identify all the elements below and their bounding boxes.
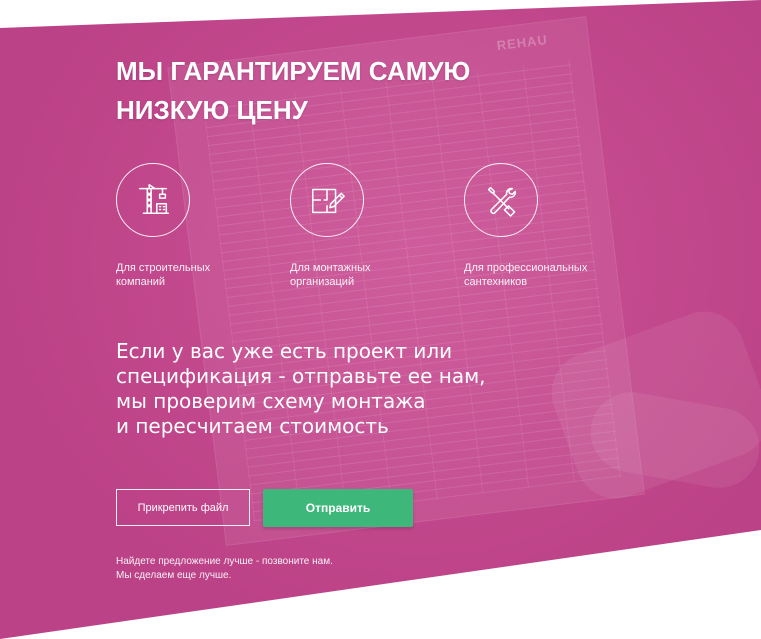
title-line-1: МЫ ГАРАНТИРУЕМ САМУЮ bbox=[116, 56, 471, 86]
floor-plan-pencil-icon bbox=[290, 163, 364, 237]
feature-professional-plumbers: Для профессиональных сантехников bbox=[464, 163, 634, 289]
footnote: Найдете предложение лучше - позвоните на… bbox=[116, 555, 416, 583]
footnote-line-2: Мы сделаем еще лучше. bbox=[116, 570, 232, 581]
send-button[interactable]: Отправить bbox=[263, 489, 413, 527]
feature-installation-organizations: Для монтажных организаций bbox=[290, 163, 460, 289]
feature-label: Для монтажных организаций bbox=[290, 262, 371, 288]
feature-label: Для профессиональных сантехников bbox=[464, 262, 588, 288]
wrench-screwdriver-icon bbox=[464, 163, 538, 237]
send-label: Отправить bbox=[305, 501, 371, 515]
crane-building-icon bbox=[116, 163, 190, 237]
page-title: МЫ ГАРАНТИРУЕМ САМУЮ НИЗКУЮ ЦЕНУ bbox=[116, 52, 536, 130]
title-line-2: НИЗКУЮ ЦЕНУ bbox=[116, 95, 308, 125]
rehau-watermark-logo: REHAU bbox=[495, 31, 549, 54]
footnote-line-1: Найдете предложение лучше - позвоните на… bbox=[116, 556, 333, 567]
feature-label: Для строительных компаний bbox=[116, 262, 211, 288]
lead-text: Если у вас уже есть проект или специфика… bbox=[116, 339, 486, 438]
attach-file-label: Прикрепить файл bbox=[137, 501, 229, 514]
hero-section: REHAU МЫ ГАРАНТИРУЕМ САМУЮ НИЗКУЮ ЦЕНУ Д… bbox=[0, 0, 761, 639]
attach-file-button[interactable]: Прикрепить файл bbox=[116, 489, 250, 526]
feature-construction-companies: Для строительных компаний bbox=[116, 163, 286, 289]
